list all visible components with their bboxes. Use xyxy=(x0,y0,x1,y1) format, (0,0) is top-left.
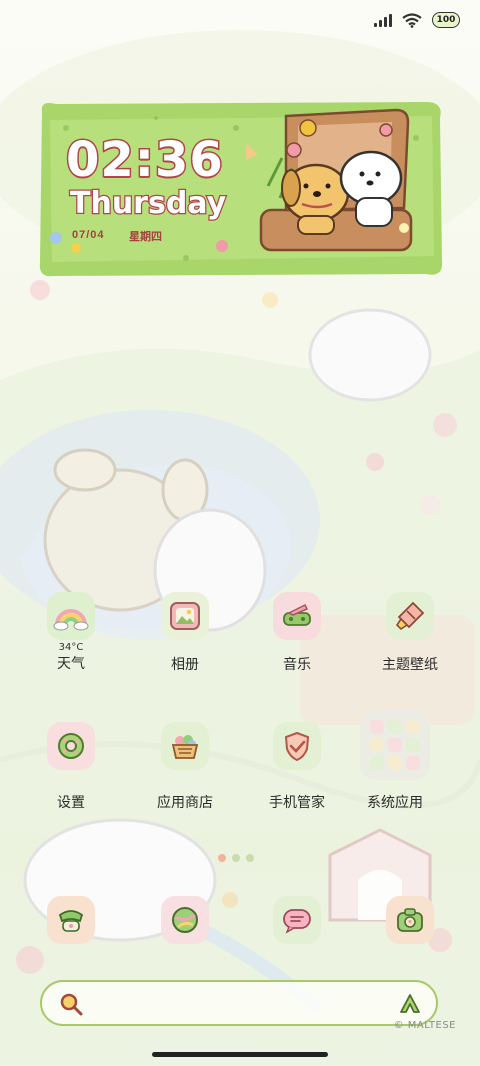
app-settings[interactable]: 设置 xyxy=(21,722,121,812)
status-bar: 100 xyxy=(374,12,460,28)
app-label: 主题壁纸 xyxy=(382,657,438,673)
cellular-signal-icon xyxy=(374,13,392,27)
app-phone-manager[interactable]: 手机管家 xyxy=(247,722,347,812)
app-themes[interactable]: 主题壁纸 xyxy=(360,592,460,674)
battery-icon: 100 xyxy=(432,12,460,28)
dock-browser[interactable] xyxy=(135,896,235,944)
gear-donut-icon xyxy=(47,722,95,770)
app-folder-icon xyxy=(360,710,430,780)
search-icon[interactable] xyxy=(58,991,84,1017)
music-icon xyxy=(273,592,321,640)
watermark: © MALTESE xyxy=(393,1020,456,1031)
assistant-icon[interactable] xyxy=(398,992,422,1016)
shield-icon xyxy=(273,722,321,770)
basket-icon xyxy=(161,722,209,770)
dock-camera[interactable] xyxy=(360,896,460,944)
page-dot-active xyxy=(218,854,226,862)
app-weather[interactable]: 34°C 天气 xyxy=(21,592,121,673)
app-label: 应用商店 xyxy=(157,795,213,811)
message-icon xyxy=(273,896,321,944)
app-label: 相册 xyxy=(171,657,199,673)
app-label: 系统应用 xyxy=(367,795,423,811)
app-label: 音乐 xyxy=(283,657,311,673)
app-folder-system[interactable]: 系统应用 xyxy=(345,710,445,812)
home-indicator[interactable] xyxy=(152,1052,328,1057)
app-label: 手机管家 xyxy=(269,795,325,811)
app-store[interactable]: 应用商店 xyxy=(135,722,235,812)
dock-messages[interactable] xyxy=(247,896,347,944)
clock-weekday: 星期四 xyxy=(129,231,162,243)
weather-temperature: 34°C xyxy=(58,642,84,653)
page-indicator[interactable] xyxy=(218,854,254,862)
browser-ball-icon xyxy=(161,896,209,944)
home-screen: 100 02:36 Thursday 07/04 星期四 34°C 天气 相册 … xyxy=(0,0,480,1066)
clock-date: 07/04 xyxy=(72,229,105,241)
camera-icon xyxy=(386,896,434,944)
app-label: 天气 xyxy=(57,656,85,672)
wifi-icon xyxy=(402,12,422,28)
phone-icon xyxy=(47,896,95,944)
clock-widget[interactable]: 02:36 Thursday 07/04 星期四 xyxy=(36,98,446,280)
dock-phone[interactable] xyxy=(21,896,121,944)
page-dot xyxy=(232,854,240,862)
paintbrush-icon xyxy=(386,592,434,640)
search-bar[interactable] xyxy=(40,980,438,1026)
photo-frame-icon xyxy=(161,592,209,640)
app-gallery[interactable]: 相册 xyxy=(135,592,235,674)
clock-day: Thursday xyxy=(69,185,228,223)
app-music[interactable]: 音乐 xyxy=(247,592,347,674)
clock-time: 02:36 xyxy=(65,131,225,190)
app-label: 设置 xyxy=(57,795,85,811)
rainbow-icon xyxy=(47,592,95,640)
page-dot xyxy=(246,854,254,862)
